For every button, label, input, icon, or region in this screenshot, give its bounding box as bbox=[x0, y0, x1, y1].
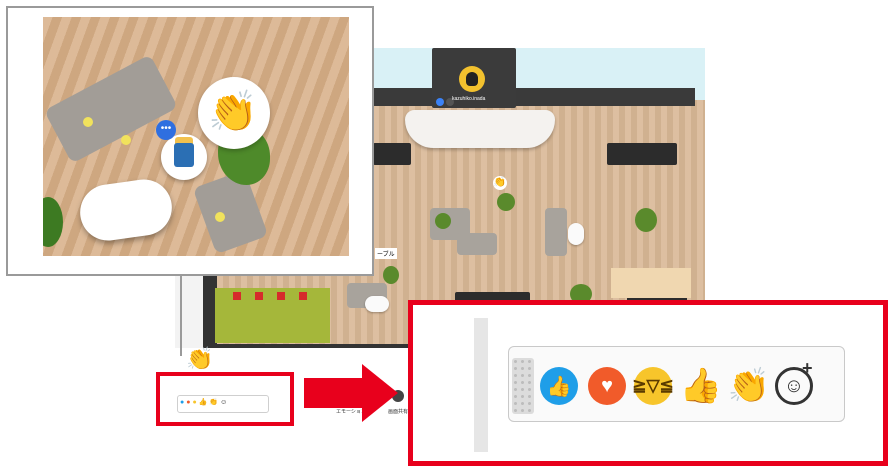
plant bbox=[43, 197, 63, 247]
avatar-name-label: kazuhiko.inada bbox=[452, 96, 486, 102]
desk bbox=[373, 143, 411, 165]
sofa bbox=[545, 208, 567, 256]
clapping-hands-icon[interactable]: 👏 bbox=[728, 365, 770, 407]
table-label: ーブル bbox=[375, 248, 397, 259]
avatar-badger-icon bbox=[459, 66, 485, 92]
round-table bbox=[365, 296, 389, 312]
thumbs-up-icon[interactable]: 👍 bbox=[680, 365, 722, 407]
zoom-connector-line bbox=[180, 276, 182, 356]
red-chair bbox=[299, 292, 307, 300]
cushion bbox=[215, 212, 225, 222]
thumbs-up-circle-icon[interactable]: ● bbox=[180, 399, 184, 406]
scrollbar[interactable] bbox=[474, 318, 488, 452]
cushion bbox=[121, 135, 131, 145]
plant bbox=[635, 208, 657, 232]
desk bbox=[607, 143, 677, 165]
arrow-body bbox=[304, 378, 364, 408]
laughing-face-icon[interactable]: ≧▽≦ bbox=[632, 367, 674, 405]
red-chair bbox=[233, 292, 241, 300]
sofa bbox=[43, 54, 179, 164]
plant bbox=[497, 193, 515, 211]
thumbs-up-circle-icon[interactable]: 👍 bbox=[540, 367, 578, 405]
avatar-body bbox=[174, 143, 194, 167]
sofa bbox=[192, 169, 269, 255]
add-reaction-icon[interactable]: ☺ bbox=[220, 399, 227, 406]
white-table bbox=[76, 175, 176, 245]
meeting-area bbox=[611, 268, 691, 298]
round-table bbox=[568, 223, 584, 245]
plant bbox=[435, 213, 451, 229]
thumbs-up-icon[interactable]: 👍 bbox=[199, 399, 208, 406]
red-chair bbox=[255, 292, 263, 300]
add-plus-icon: + bbox=[802, 358, 813, 378]
reception-counter bbox=[405, 110, 555, 148]
mini-clap-bubble: 👏 bbox=[493, 176, 507, 190]
cushion bbox=[83, 117, 93, 127]
clapping-hands-icon: 👏 bbox=[186, 346, 214, 371]
red-chair bbox=[277, 292, 285, 300]
heart-circle-icon[interactable]: ● bbox=[186, 399, 190, 406]
clapping-hands-icon[interactable]: 👏 bbox=[209, 399, 218, 406]
clapping-hands-icon: 👏 bbox=[208, 90, 258, 134]
drag-handle[interactable] bbox=[512, 358, 534, 414]
more-options-icon[interactable]: ••• bbox=[156, 120, 176, 140]
zoomed-lounge-view: 👏 ••• bbox=[43, 17, 349, 256]
sofa bbox=[457, 233, 497, 255]
mic-icon[interactable] bbox=[436, 98, 444, 106]
reaction-bar-small: ● ● ● 👍 👏 ☺ bbox=[177, 395, 269, 413]
laughing-face-icon[interactable]: ● bbox=[192, 399, 196, 406]
arrow-head-icon bbox=[362, 364, 398, 422]
plant bbox=[383, 266, 399, 284]
heart-circle-icon[interactable]: ♥ bbox=[588, 367, 626, 405]
